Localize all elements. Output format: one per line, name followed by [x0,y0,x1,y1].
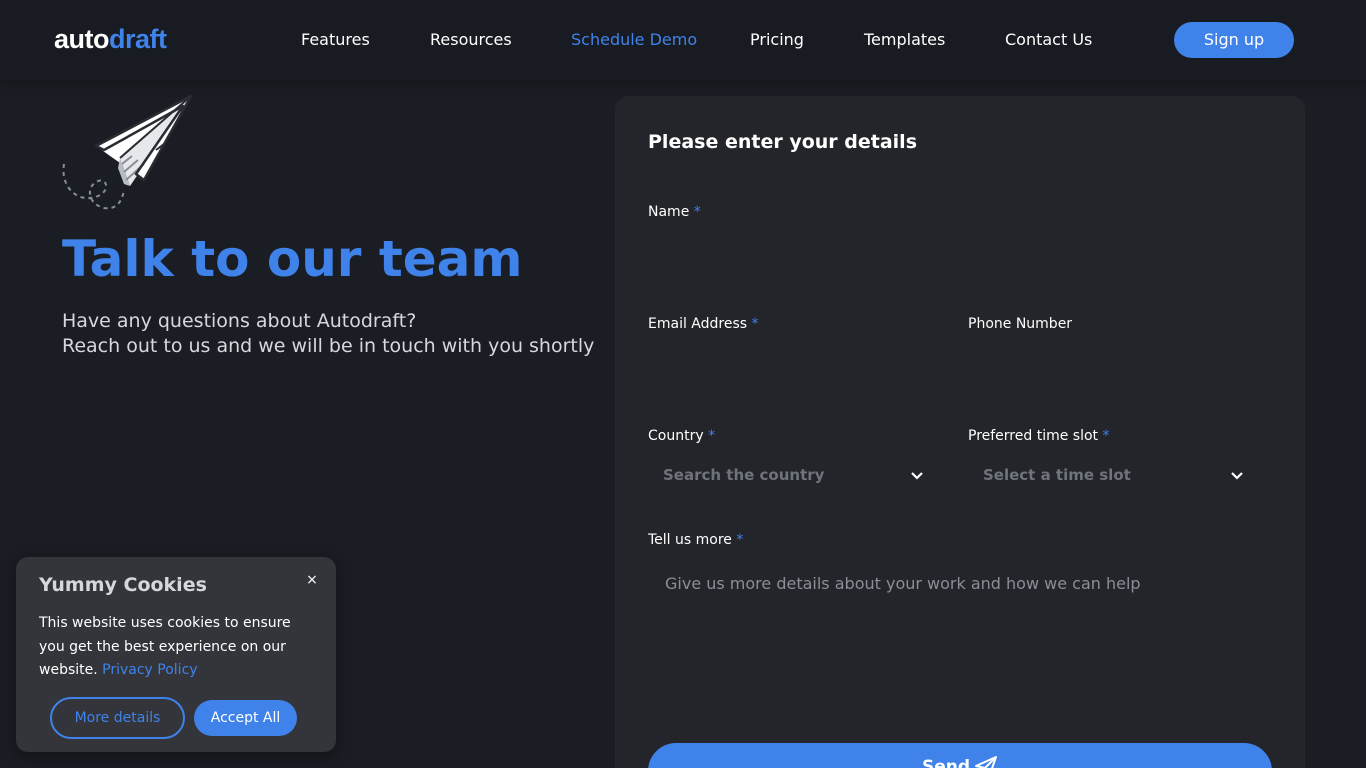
cookie-title: Yummy Cookies [39,574,207,596]
chevron-down-icon [911,472,923,480]
timeslot-placeholder: Select a time slot [983,466,1131,484]
nav-link-resources[interactable]: Resources [430,30,512,50]
phone-label: Phone Number [968,315,1072,333]
send-button[interactable]: Send [648,743,1272,768]
more-details-button[interactable]: More details [50,697,185,739]
send-label: Send [922,757,971,768]
close-icon[interactable]: × [304,571,320,589]
phone-label-text: Phone Number [968,316,1073,332]
accept-all-button[interactable]: Accept All [194,700,297,736]
page-title: Talk to our team [62,230,523,288]
country-placeholder: Search the country [663,466,825,484]
email-field[interactable] [648,342,944,382]
required-mark: * [751,316,759,332]
paper-plane-icon [62,94,193,210]
sign-up-button[interactable]: Sign up [1174,22,1294,58]
cookie-message: This website uses cookies to ensure you … [39,612,299,683]
privacy-policy-link[interactable]: Privacy Policy [102,662,197,678]
chevron-down-icon [1231,472,1243,480]
timeslot-select[interactable]: Select a time slot [968,460,1244,492]
name-label-text: Name [648,204,690,220]
form-title: Please enter your details [648,131,917,153]
nav-link-features[interactable]: Features [301,30,370,50]
name-label: Name * [648,203,701,221]
logo-part-draft: draft [109,24,167,54]
country-select[interactable]: Search the country [648,460,924,492]
timeslot-label: Preferred time slot * [968,427,1109,445]
logo-part-auto: auto [54,24,110,54]
nav-link-schedule-demo[interactable]: Schedule Demo [571,30,697,50]
subtitle-line-2: Reach out to us and we will be in touch … [62,335,595,357]
timeslot-label-text: Preferred time slot [968,428,1099,444]
nav-link-templates[interactable]: Templates [864,30,945,50]
more-label-text: Tell us more [648,532,732,548]
required-mark: * [693,204,701,220]
country-label: Country * [648,427,715,445]
email-label-text: Email Address [648,316,748,332]
required-mark: * [736,532,744,548]
page-subtitle: Have any questions about Autodraft? Reac… [62,309,594,359]
contact-form-card: Please enter your details Name * Email A… [615,96,1305,768]
send-icon [975,756,997,768]
details-textarea[interactable] [648,564,1272,714]
top-navbar: autodraft Features Resources Schedule De… [0,0,1366,80]
phone-field[interactable] [968,342,1272,382]
name-field[interactable] [648,230,1272,270]
country-label-text: Country [648,428,704,444]
cookie-banner: Yummy Cookies × This website uses cookie… [16,557,336,752]
autodraft-logo[interactable]: autodraft [54,24,167,54]
required-mark: * [708,428,716,444]
subtitle-line-1: Have any questions about Autodraft? [62,310,417,332]
more-label: Tell us more * [648,531,743,549]
nav-link-pricing[interactable]: Pricing [750,30,804,50]
nav-link-contact-us[interactable]: Contact Us [1005,30,1092,50]
required-mark: * [1102,428,1110,444]
email-label: Email Address * [648,315,759,333]
